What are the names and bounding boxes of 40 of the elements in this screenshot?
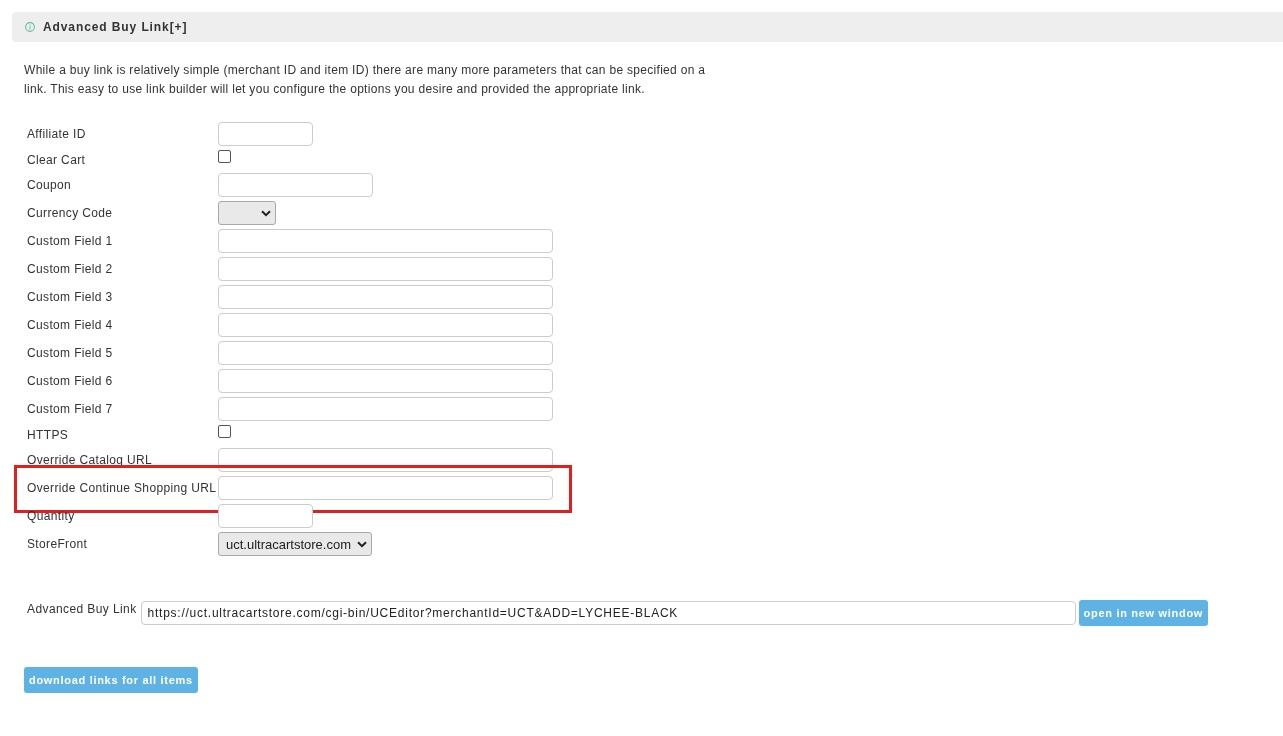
text-field[interactable] [218, 285, 553, 309]
text-field[interactable] [218, 229, 553, 253]
field-label: Custom Field 3 [27, 290, 113, 304]
checkbox[interactable] [218, 150, 231, 163]
field-label: Custom Field 2 [27, 262, 113, 276]
field-label: Custom Field 5 [27, 346, 113, 360]
caret-icon [357, 540, 367, 548]
description-text: While a buy link is relatively simple (merchant ID and item ID) there are many more parameters that can be specified on a link. This easy to use link builder will let you configure the options you desire and provided the appropriate link. [24, 62, 707, 98]
dropdown[interactable] [218, 201, 276, 225]
checkbox[interactable] [218, 425, 231, 438]
caret-icon [261, 209, 271, 217]
info-icon [25, 22, 35, 32]
field-label: Custom Field 4 [27, 318, 113, 332]
field-label: Custom Field 6 [27, 374, 113, 388]
text-field[interactable] [218, 476, 553, 500]
field-label: StoreFront [27, 537, 88, 551]
section-header[interactable]: Advanced Buy Link[+] [12, 12, 1283, 42]
field-label: Coupon [27, 178, 72, 192]
field-label: Clear Cart [27, 152, 86, 167]
text-field[interactable] [218, 313, 553, 337]
section-title[interactable]: Advanced Buy Link[+] [43, 20, 188, 34]
text-field[interactable] [218, 122, 313, 146]
text-field[interactable] [218, 341, 553, 365]
field-label: Quantity [27, 509, 75, 523]
field-label: Currency Code [27, 206, 113, 220]
field-label: Custom Field 1 [27, 234, 113, 248]
text-field[interactable] [218, 369, 553, 393]
dropdown[interactable]: uct.ultracartstore.com [218, 532, 372, 556]
link-field[interactable]: https://uct.ultracartstore.com/cgi-bin/UCEditor?merchantId=UCT&ADD=LYCHEE-BLACK [140, 601, 1076, 625]
text-field[interactable] [218, 504, 313, 528]
text-field[interactable] [218, 448, 553, 472]
field-label: Affiliate ID [27, 127, 86, 141]
field-label: Override Continue Shopping URL [27, 481, 217, 495]
field-label: HTTPS [27, 427, 69, 442]
text-field[interactable] [218, 257, 553, 281]
field-label: Override Catalog URL [27, 453, 153, 467]
text-field[interactable] [218, 173, 373, 197]
text-field[interactable] [218, 397, 553, 421]
field-label: Advanced Buy Link [27, 601, 137, 616]
field-label: Custom Field 7 [27, 402, 113, 416]
